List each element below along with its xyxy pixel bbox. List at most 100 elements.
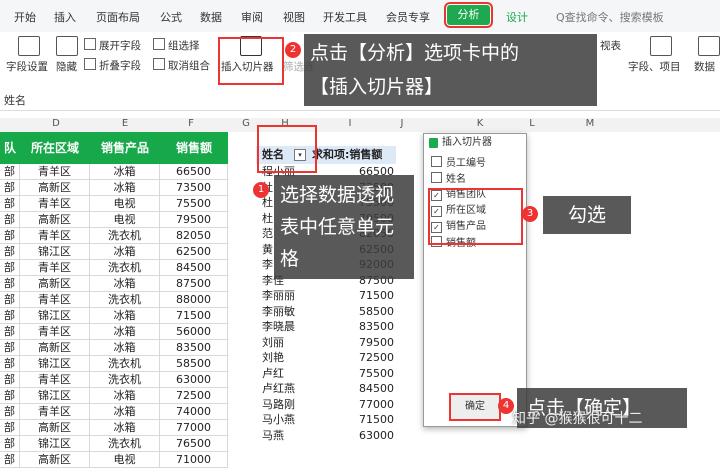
table-cell[interactable]: 部 <box>0 180 20 196</box>
table-cell[interactable]: 青羊区 <box>20 164 90 180</box>
table-cell[interactable]: 电视 <box>90 196 160 212</box>
pivot-value-label[interactable]: 求和项:销售额 <box>312 147 382 163</box>
table-cell[interactable]: 部 <box>0 436 20 452</box>
pivot-row-name[interactable]: 李丽丽 <box>262 288 295 304</box>
table-cell[interactable]: 56000 <box>160 324 228 340</box>
table-cell[interactable]: 66500 <box>160 164 228 180</box>
table-cell[interactable]: 冰箱 <box>90 388 160 404</box>
expand-field-button[interactable]: 展开字段 <box>84 38 141 53</box>
pivot-row-value[interactable]: 84500 <box>334 381 394 397</box>
table-cell[interactable]: 82050 <box>160 228 228 244</box>
pivot-row-name[interactable]: 范 <box>262 226 273 242</box>
pivot-row-value[interactable]: 75500 <box>334 366 394 382</box>
pivot-row-value[interactable]: 72500 <box>334 350 394 366</box>
data-button[interactable]: 数据 <box>694 59 715 74</box>
table-cell[interactable]: 62500 <box>160 244 228 260</box>
table-header[interactable]: 队 <box>0 132 21 164</box>
field-settings-button[interactable]: 字段设置 <box>6 59 48 74</box>
table-cell[interactable]: 部 <box>0 388 20 404</box>
table-cell[interactable]: 部 <box>0 452 20 468</box>
table-cell[interactable]: 部 <box>0 164 20 180</box>
pivot-row-name[interactable]: 刘丽 <box>262 335 284 351</box>
table-cell[interactable]: 锦江区 <box>20 356 90 372</box>
col-header[interactable]: F <box>181 118 201 129</box>
table-cell[interactable]: 部 <box>0 420 20 436</box>
table-cell[interactable]: 高新区 <box>20 420 90 436</box>
table-cell[interactable]: 83500 <box>160 340 228 356</box>
checkbox[interactable] <box>431 156 442 167</box>
col-header[interactable]: I <box>340 118 360 129</box>
table-cell[interactable]: 63000 <box>160 372 228 388</box>
table-cell[interactable]: 77000 <box>160 420 228 436</box>
table-cell[interactable]: 锦江区 <box>20 388 90 404</box>
table-cell[interactable]: 冰箱 <box>90 324 160 340</box>
table-cell[interactable]: 72500 <box>160 388 228 404</box>
pivot-row-value[interactable]: 83500 <box>334 319 394 335</box>
table-cell[interactable]: 锦江区 <box>20 244 90 260</box>
table-cell[interactable]: 青羊区 <box>20 196 90 212</box>
table-cell[interactable]: 冰箱 <box>90 404 160 420</box>
pivot-row-name[interactable]: 杜 <box>262 211 273 227</box>
fields-items-button[interactable]: 字段、项目 <box>628 59 681 74</box>
table-cell[interactable]: 洗衣机 <box>90 372 160 388</box>
col-header[interactable]: J <box>392 118 412 129</box>
table-cell[interactable]: 部 <box>0 260 20 276</box>
table-cell[interactable]: 电视 <box>90 452 160 468</box>
pivot-row-name[interactable]: 李 <box>262 257 273 273</box>
table-header[interactable]: 所在区域 <box>20 132 91 164</box>
table-cell[interactable]: 洗衣机 <box>90 356 160 372</box>
table-cell[interactable]: 洗衣机 <box>90 436 160 452</box>
table-cell[interactable]: 高新区 <box>20 212 90 228</box>
table-cell[interactable]: 部 <box>0 292 20 308</box>
ok-button[interactable]: 确定 <box>449 393 501 421</box>
table-cell[interactable]: 青羊区 <box>20 372 90 388</box>
table-cell[interactable]: 73500 <box>160 180 228 196</box>
field-checkbox-row[interactable]: 员工编号 <box>431 156 486 170</box>
table-cell[interactable]: 青羊区 <box>20 404 90 420</box>
pivot-row-value[interactable]: 71500 <box>334 288 394 304</box>
table-cell[interactable]: 洗衣机 <box>90 228 160 244</box>
pivot-row-name[interactable]: 李丽敏 <box>262 304 295 320</box>
table-cell[interactable]: 71000 <box>160 452 228 468</box>
tab-view[interactable]: 视图 <box>283 9 305 25</box>
pivot-row-name[interactable]: 卢红燕 <box>262 381 295 397</box>
table-cell[interactable]: 电视 <box>90 212 160 228</box>
table-cell[interactable]: 冰箱 <box>90 276 160 292</box>
pivot-row-value[interactable]: 58500 <box>334 304 394 320</box>
table-cell[interactable]: 74000 <box>160 404 228 420</box>
table-cell[interactable]: 锦江区 <box>20 308 90 324</box>
col-header[interactable]: M <box>580 118 600 129</box>
pivot-row-name[interactable]: 李晓晨 <box>262 319 295 335</box>
col-header[interactable]: D <box>46 118 66 129</box>
table-header[interactable]: 销售额 <box>160 132 229 164</box>
table-cell[interactable]: 青羊区 <box>20 292 90 308</box>
table-cell[interactable]: 高新区 <box>20 180 90 196</box>
table-cell[interactable]: 部 <box>0 196 20 212</box>
table-cell[interactable]: 青羊区 <box>20 260 90 276</box>
table-cell[interactable]: 冰箱 <box>90 308 160 324</box>
table-cell[interactable]: 青羊区 <box>20 324 90 340</box>
table-cell[interactable]: 79500 <box>160 212 228 228</box>
search-input[interactable]: Q查找命令、搜索模板 <box>556 9 664 25</box>
ungroup-button[interactable]: 取消组合 <box>153 58 210 73</box>
table-cell[interactable]: 部 <box>0 404 20 420</box>
hide-button[interactable]: 隐藏 <box>56 59 77 74</box>
table-cell[interactable]: 洗衣机 <box>90 292 160 308</box>
pivot-row-value[interactable]: 63000 <box>334 428 394 444</box>
field-checkbox-row[interactable]: 姓名 <box>431 172 466 186</box>
pivot-row-value[interactable]: 79500 <box>334 335 394 351</box>
pivot-row-name[interactable]: 卢红 <box>262 366 284 382</box>
table-cell[interactable]: 88000 <box>160 292 228 308</box>
table-cell[interactable]: 高新区 <box>20 452 90 468</box>
table-cell[interactable]: 部 <box>0 356 20 372</box>
table-cell[interactable]: 部 <box>0 212 20 228</box>
table-cell[interactable]: 58500 <box>160 356 228 372</box>
name-box[interactable]: 姓名 <box>4 92 26 108</box>
tab-design[interactable]: 设计 <box>506 9 528 25</box>
checkbox[interactable] <box>431 172 442 183</box>
table-cell[interactable]: 锦江区 <box>20 436 90 452</box>
table-cell[interactable]: 冰箱 <box>90 340 160 356</box>
table-cell[interactable]: 71500 <box>160 308 228 324</box>
table-cell[interactable]: 部 <box>0 372 20 388</box>
table-cell[interactable]: 高新区 <box>20 276 90 292</box>
